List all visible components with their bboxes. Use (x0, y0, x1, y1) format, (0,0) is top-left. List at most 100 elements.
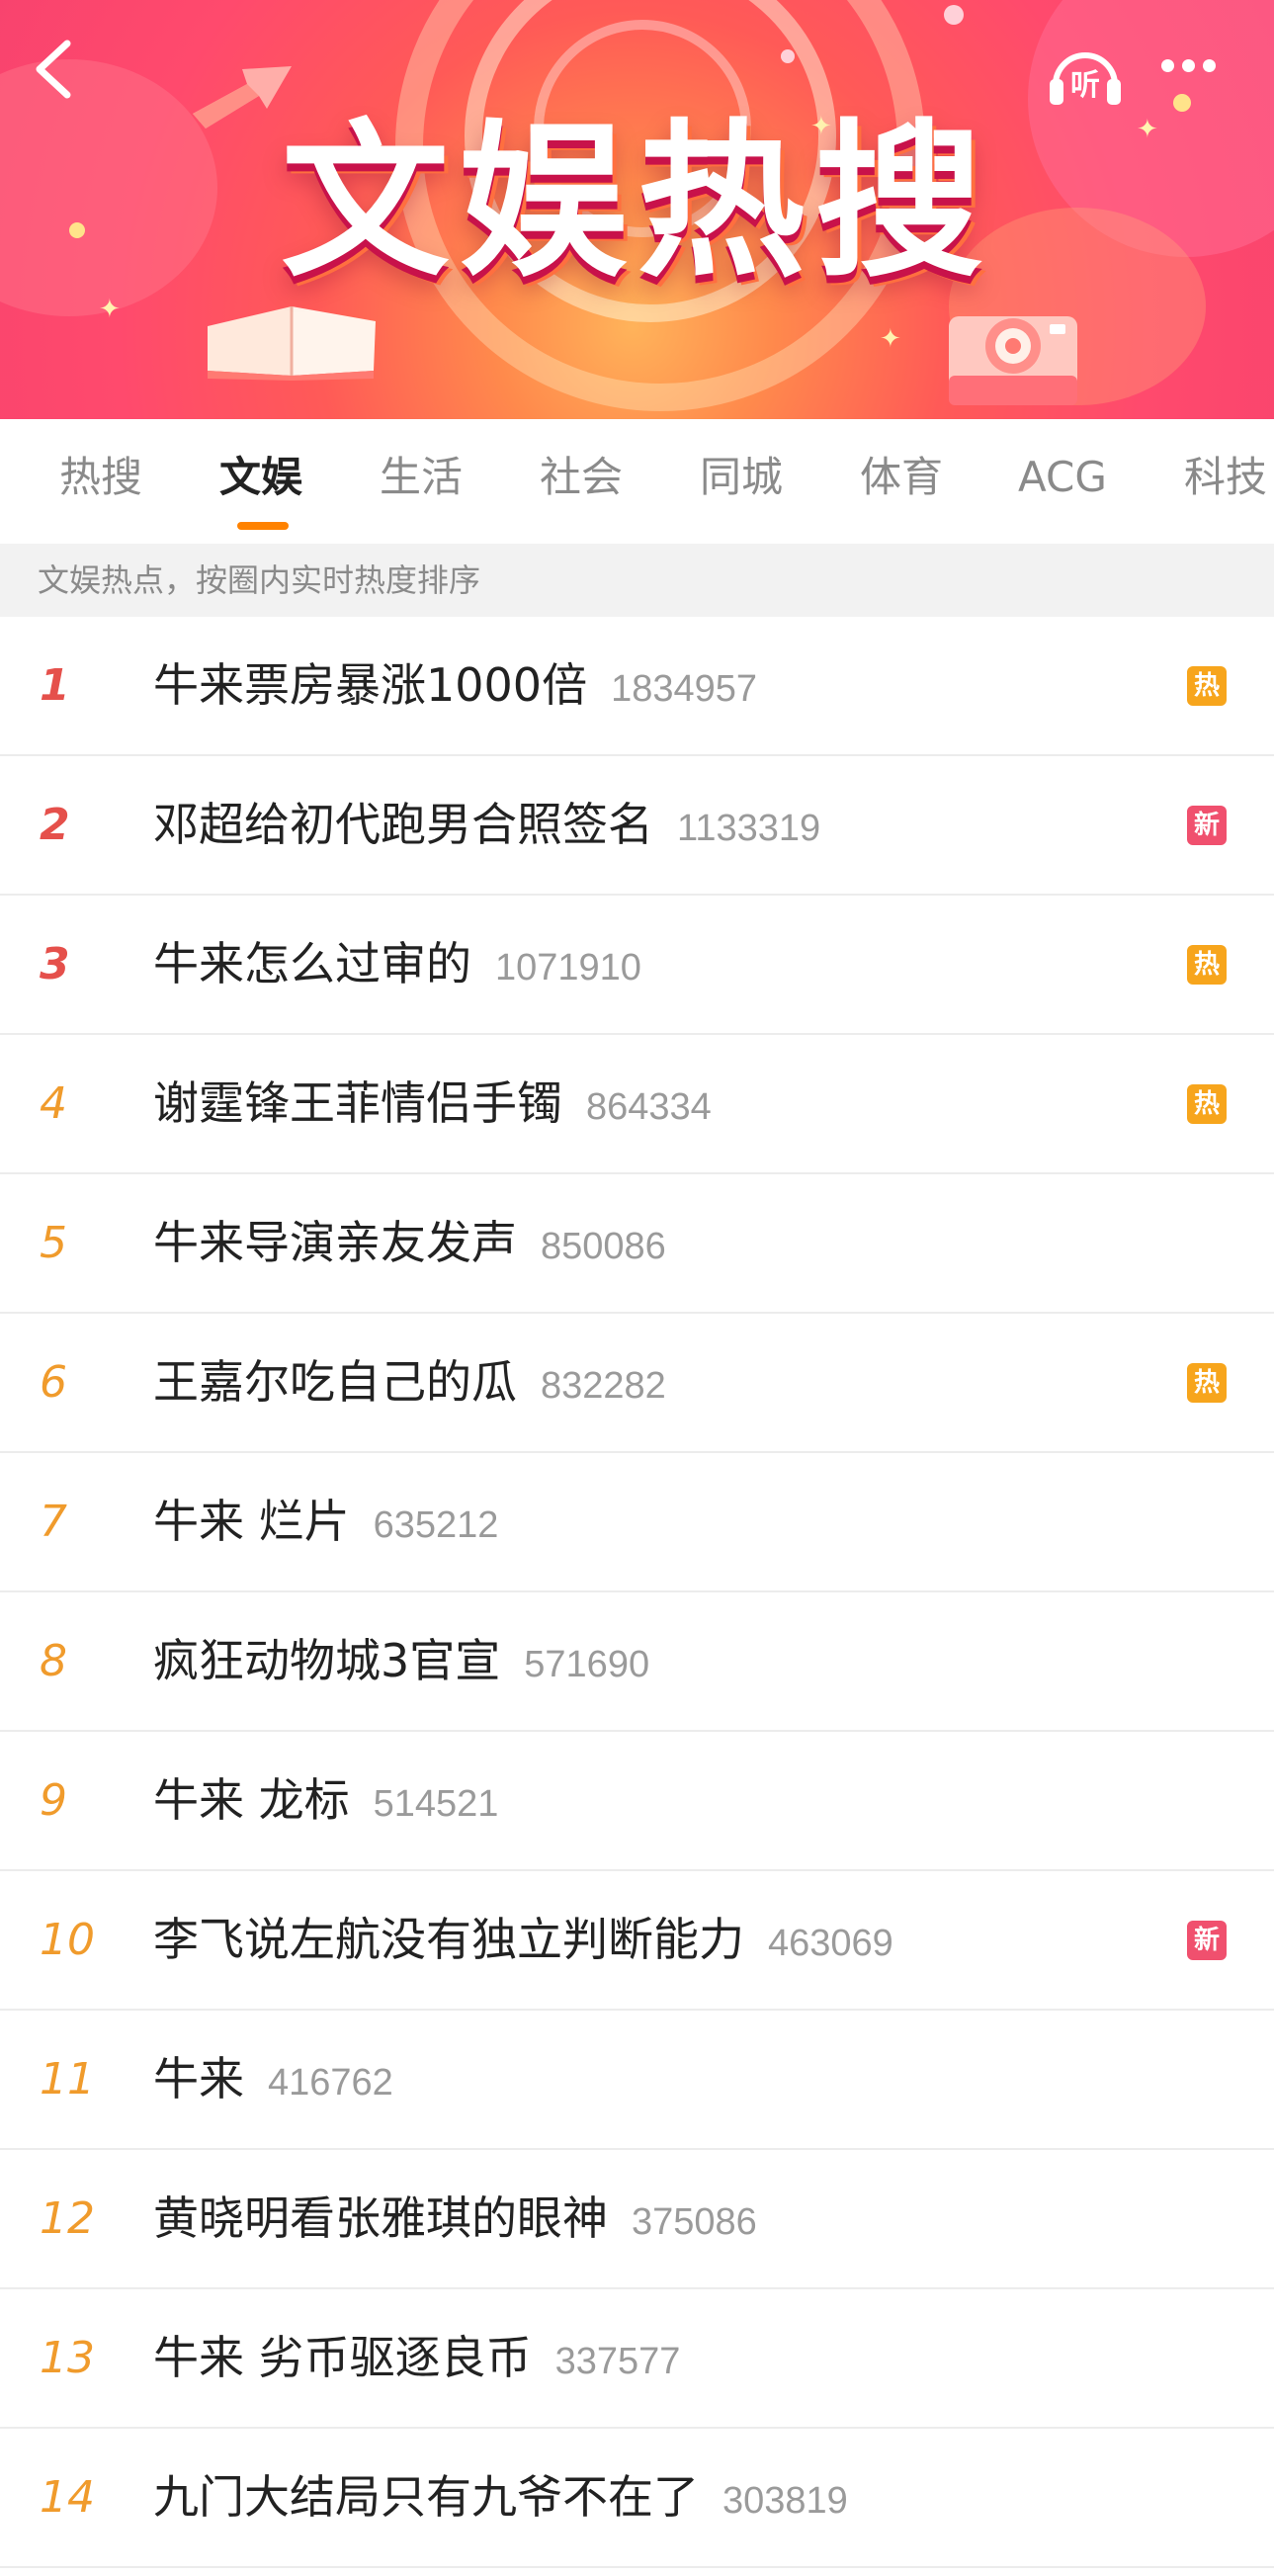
list-item[interactable]: 11 牛来 416762 (0, 2011, 1274, 2150)
back-button[interactable] (28, 38, 83, 101)
heat-count: 1133319 (677, 808, 821, 849)
more-options-button[interactable] (1161, 57, 1231, 81)
item-text-line: 牛来怎么过审的 1071910 (153, 896, 641, 1033)
rank-number: 4 (40, 1078, 67, 1129)
hot-badge: 热 (1187, 1084, 1227, 1124)
rank-number: 5 (40, 1218, 67, 1268)
item-text-line: 谢霆锋王菲情侣手镯 864334 (153, 1035, 712, 1172)
heat-count: 635212 (373, 1504, 499, 1546)
new-badge: 新 (1187, 1921, 1227, 1960)
item-text-line: 邓超给初代跑男合照签名 1133319 (153, 756, 820, 894)
item-title: 疯狂动物城3官宣 (153, 1634, 501, 1687)
list-item[interactable]: 14 九门大结局只有九爷不在了 303819 (0, 2429, 1274, 2568)
tab-local[interactable]: 同城 (700, 453, 783, 502)
rank-number: 3 (40, 939, 70, 989)
item-text-line: 牛来 烂片 635212 (153, 1453, 498, 1590)
rank-number: 13 (40, 2333, 95, 2383)
item-text-line: 疯狂动物城3官宣 571690 (153, 1592, 649, 1730)
item-text-line: 九门大结局只有九爷不在了 303819 (153, 2429, 848, 2566)
new-badge: 新 (1187, 806, 1227, 845)
heat-count: 1071910 (495, 947, 641, 988)
item-title: 谢霆锋王菲情侣手镯 (153, 1076, 562, 1130)
listen-button[interactable]: 听 (1046, 40, 1125, 109)
more-dots-icon (1203, 59, 1216, 72)
sparkle-icon: ✦ (99, 295, 121, 324)
camera-icon (949, 316, 1077, 405)
hot-badge: 热 (1187, 945, 1227, 985)
item-text-line: 牛来导演亲友发声 850086 (153, 1174, 666, 1312)
item-text-line: 李飞说左航没有独立判断能力 463069 (153, 1871, 893, 2009)
tab-society[interactable]: 社会 (540, 453, 623, 502)
list-item[interactable]: 3 牛来怎么过审的 1071910 热 (0, 896, 1274, 1035)
rank-number: 12 (40, 2193, 95, 2244)
header-banner: ✦ ✦ ✦ ✦ 文娱热搜 听 (0, 0, 1274, 419)
banner-title: 文娱热搜 (281, 105, 993, 301)
hot-search-list: 1 牛来票房暴涨1000倍 1834957 热 2 邓超给初代跑男合照签名 1133319 新… (0, 617, 1274, 2568)
heat-count: 303819 (722, 2480, 848, 2522)
rank-number: 6 (40, 1357, 67, 1408)
list-item[interactable]: 5 牛来导演亲友发声 850086 (0, 1174, 1274, 1314)
chevron-left-icon (36, 40, 71, 99)
list-item[interactable]: 13 牛来 劣币驱逐良币 337577 (0, 2289, 1274, 2429)
item-text-line: 牛来 416762 (153, 2011, 393, 2148)
heat-count: 832282 (541, 1365, 666, 1407)
list-item[interactable]: 1 牛来票房暴涨1000倍 1834957 热 (0, 617, 1274, 756)
active-tab-indicator (237, 522, 289, 530)
item-title: 牛来票房暴涨1000倍 (153, 658, 588, 712)
item-title: 牛来 (153, 2052, 244, 2105)
item-title: 王嘉尔吃自己的瓜 (153, 1355, 517, 1409)
item-title: 九门大结局只有九爷不在了 (153, 2470, 699, 2524)
list-item[interactable]: 6 王嘉尔吃自己的瓜 832282 热 (0, 1314, 1274, 1453)
list-description: 文娱热点，按圈内实时热度排序 (0, 544, 1274, 617)
item-title: 邓超给初代跑男合照签名 (153, 798, 653, 851)
list-item[interactable]: 2 邓超给初代跑男合照签名 1133319 新 (0, 756, 1274, 896)
rank-number: 9 (40, 1775, 67, 1826)
tab-hot-search[interactable]: 热搜 (59, 453, 142, 502)
item-text-line: 牛来 劣币驱逐良币 337577 (153, 2289, 680, 2427)
rank-number: 10 (40, 1915, 95, 1965)
banner-dot (1173, 94, 1191, 112)
sparkle-icon: ✦ (880, 324, 901, 354)
tab-life[interactable]: 生活 (380, 453, 463, 502)
list-item[interactable]: 8 疯狂动物城3官宣 571690 (0, 1592, 1274, 1732)
tab-tech[interactable]: 科技 (1184, 453, 1267, 502)
list-item[interactable]: 10 李飞说左航没有独立判断能力 463069 新 (0, 1871, 1274, 2011)
list-item[interactable]: 4 谢霆锋王菲情侣手镯 864334 热 (0, 1035, 1274, 1174)
item-title: 牛来 劣币驱逐良币 (153, 2331, 532, 2384)
rank-number: 8 (40, 1636, 67, 1686)
banner-dot (944, 5, 964, 25)
heat-count: 375086 (632, 2201, 757, 2243)
item-title: 牛来怎么过审的 (153, 937, 471, 990)
item-title: 牛来 烂片 (153, 1495, 350, 1548)
item-text-line: 牛来票房暴涨1000倍 1834957 (153, 617, 757, 754)
heat-count: 463069 (768, 1923, 893, 1964)
item-text-line: 牛来 龙标 514521 (153, 1732, 498, 1869)
hot-badge: 热 (1187, 666, 1227, 706)
rank-number: 11 (40, 2054, 95, 2104)
heat-count: 864334 (586, 1086, 712, 1128)
heat-count: 571690 (524, 1644, 650, 1685)
rank-number: 14 (40, 2472, 95, 2523)
tab-sports[interactable]: 体育 (860, 453, 943, 502)
heat-count: 337577 (554, 2341, 681, 2382)
item-text-line: 王嘉尔吃自己的瓜 832282 (153, 1314, 666, 1451)
heat-count: 1834957 (611, 668, 758, 710)
item-text-line: 黄晓明看张雅琪的眼神 375086 (153, 2150, 757, 2287)
list-item[interactable]: 9 牛来 龙标 514521 (0, 1732, 1274, 1871)
item-title: 牛来导演亲友发声 (153, 1216, 517, 1269)
rank-number: 2 (40, 800, 70, 850)
item-title: 牛来 龙标 (153, 1773, 350, 1827)
rank-number: 1 (40, 660, 70, 711)
list-item[interactable]: 7 牛来 烂片 635212 (0, 1453, 1274, 1592)
category-tabs: 热搜 文娱 生活 社会 同城 体育 ACG 科技 (0, 419, 1274, 544)
more-dots-icon (1182, 59, 1195, 72)
tab-acg[interactable]: ACG (1018, 453, 1107, 502)
headphones-icon: 听 (1050, 52, 1121, 105)
rank-number: 7 (40, 1497, 67, 1547)
listen-label: 听 (1070, 68, 1100, 103)
banner-dot (781, 49, 795, 63)
item-title: 李飞说左航没有独立判断能力 (153, 1913, 744, 1966)
heat-count: 514521 (373, 1783, 499, 1825)
tab-entertainment[interactable]: 文娱 (219, 453, 302, 502)
list-item[interactable]: 12 黄晓明看张雅琪的眼神 375086 (0, 2150, 1274, 2289)
